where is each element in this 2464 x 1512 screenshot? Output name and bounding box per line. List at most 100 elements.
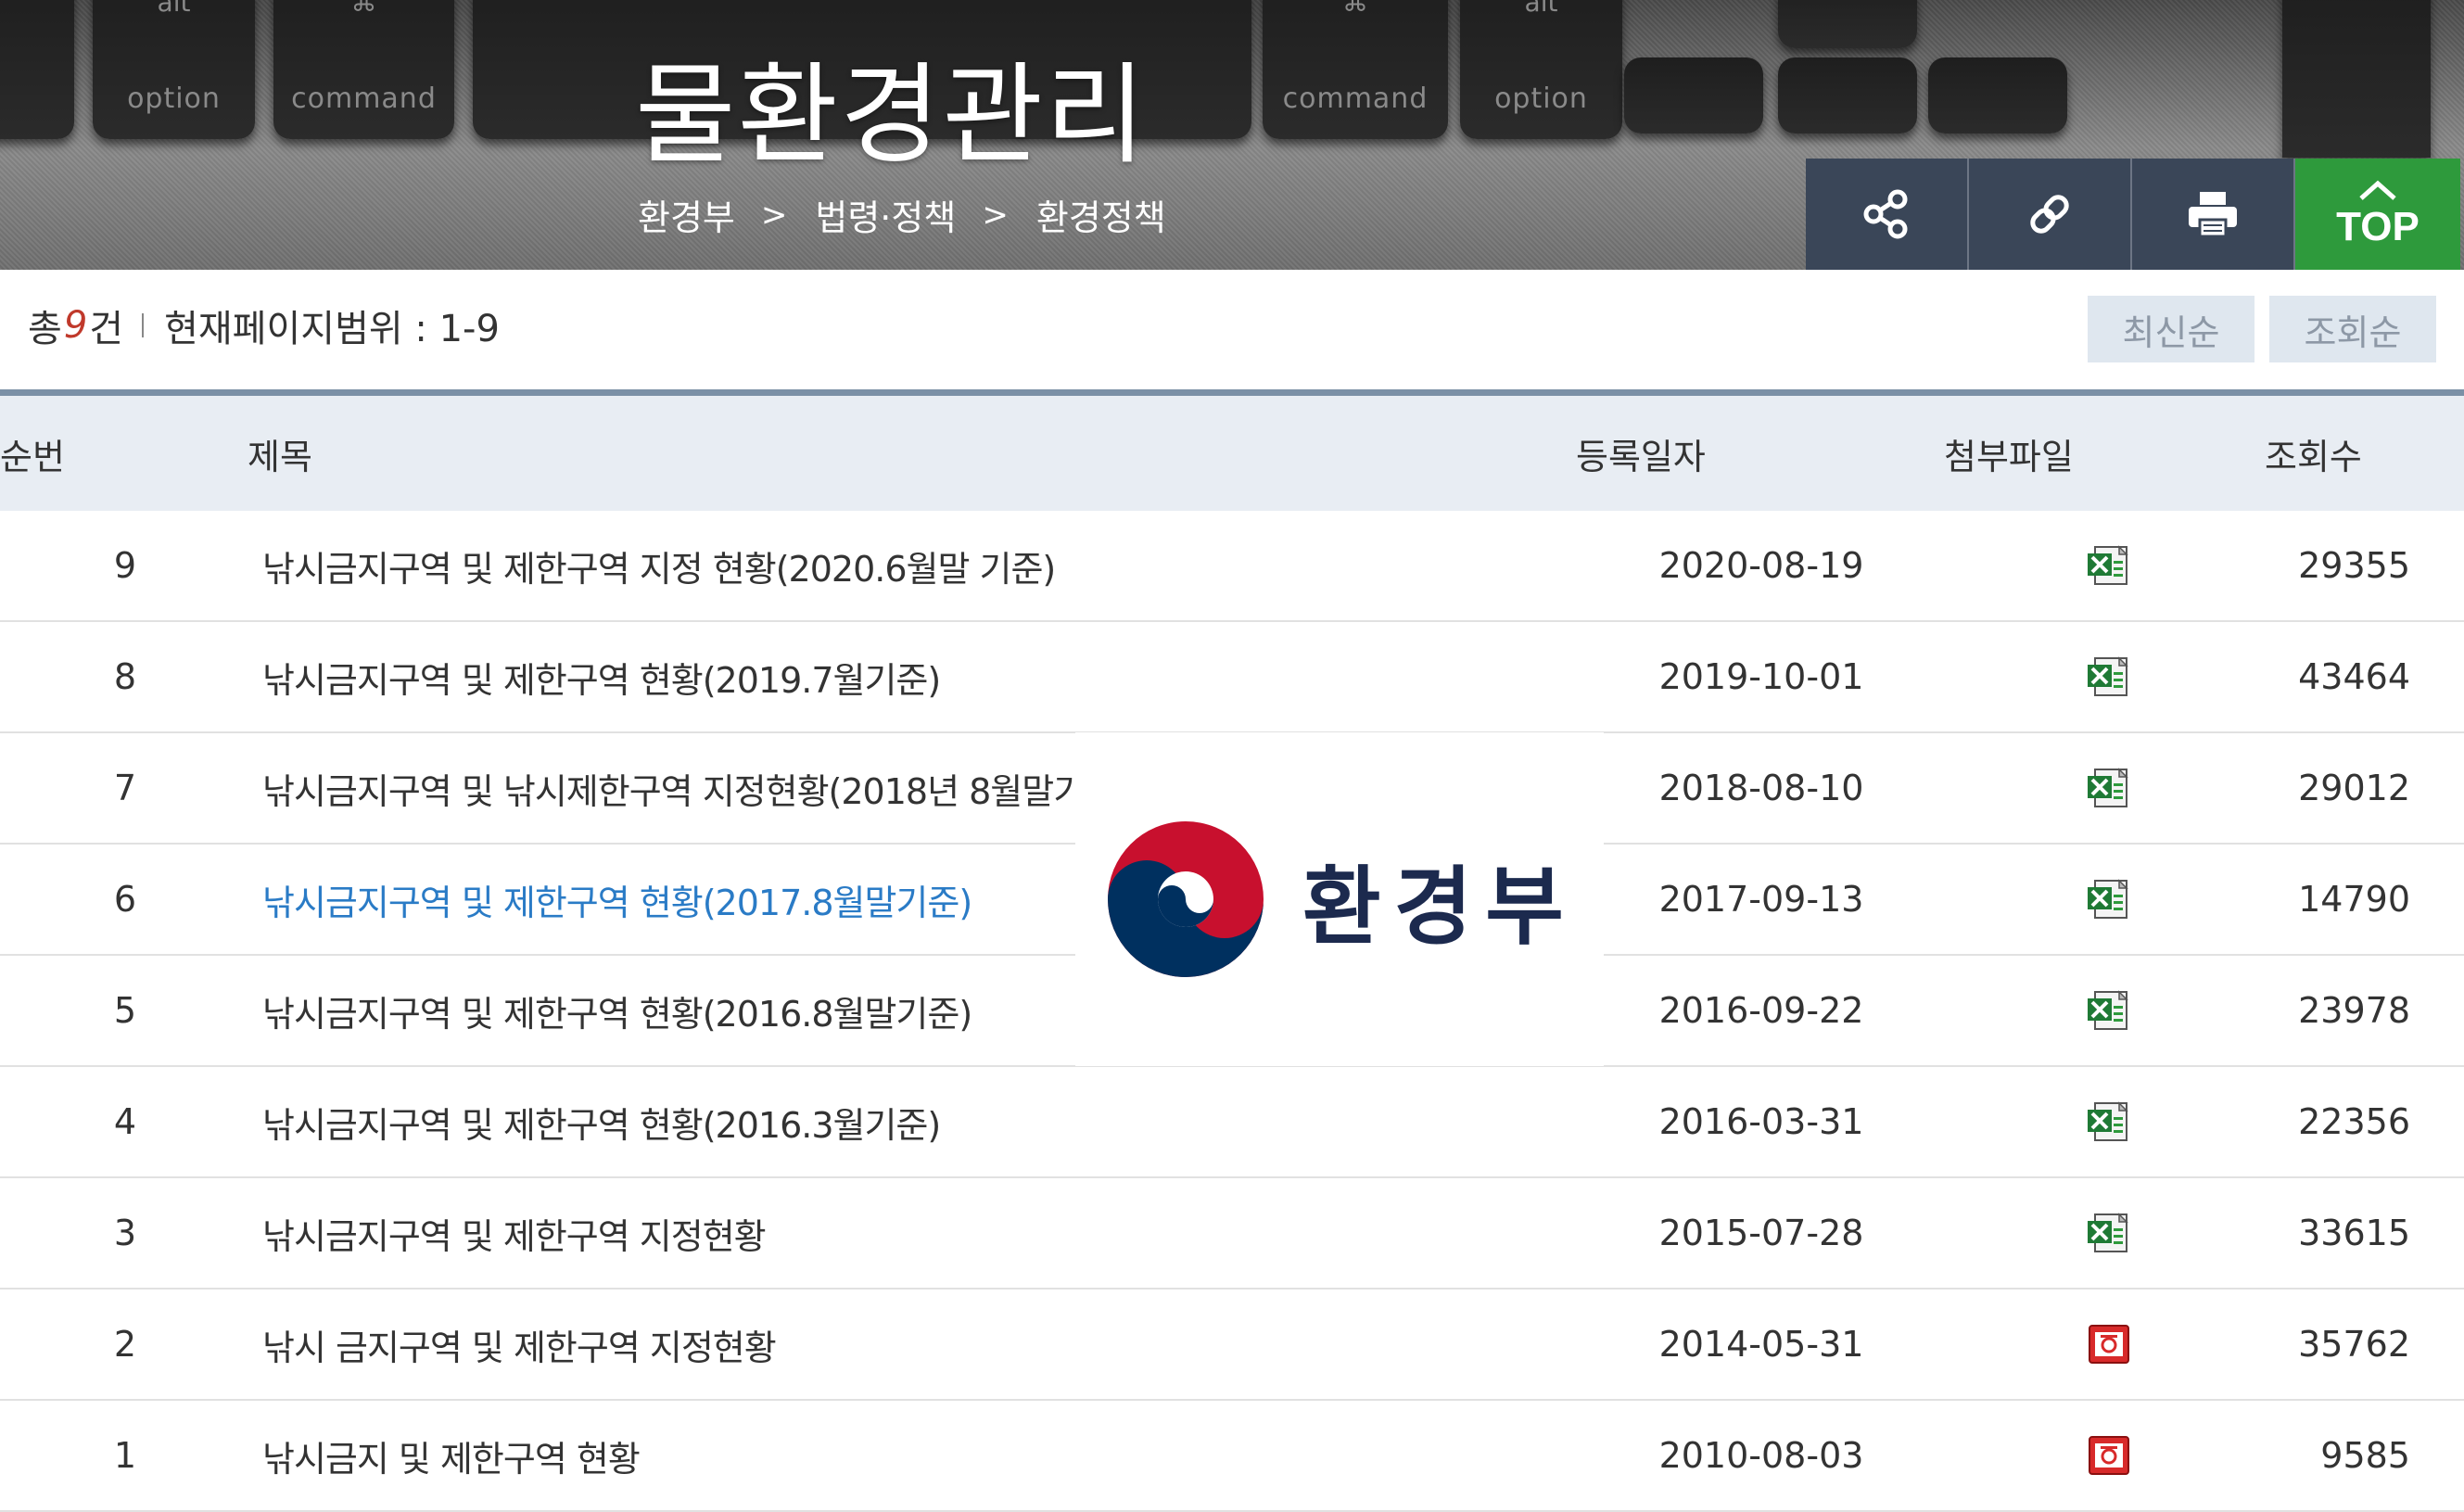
row-number: 4	[113, 1101, 137, 1142]
total-suffix: 건	[89, 308, 124, 350]
link-icon	[2030, 195, 2069, 234]
excel-file-icon	[2088, 656, 2128, 696]
row-title-link[interactable]: 낚시금지구역 및 제한구역 현황(2017.8월말기준)	[262, 845, 972, 954]
top-label: TOP	[2336, 204, 2420, 249]
column-header-views: 조회수	[2265, 436, 2362, 477]
row-title-link[interactable]: 낚시금지구역 및 제한구역 현황(2019.7월기준)	[262, 622, 941, 731]
breadcrumb-item-law-policy[interactable]: 법령·정책	[815, 189, 956, 240]
table-row[interactable]: 2 낚시 금지구역 및 제한구역 지정현황 2014-05-31 35762	[0, 1290, 2464, 1401]
keyboard-key-option: alt option	[93, 0, 255, 139]
row-attachment-button[interactable]	[2058, 845, 2160, 954]
row-number: 1	[113, 1435, 137, 1476]
column-header-num: 순번	[0, 436, 65, 477]
table-header: 순번 제목 등록일자 첨부파일 조회수	[0, 389, 2464, 511]
breadcrumb-separator: >	[982, 196, 1009, 234]
row-title-link[interactable]: 낚시금지구역 및 제한구역 지정현황	[262, 1178, 767, 1288]
sort-views-button[interactable]: 조회순	[2269, 296, 2436, 362]
row-views: 29355	[2298, 545, 2410, 586]
row-title-link[interactable]: 낚시금지구역 및 제한구역 현황(2016.8월말기준)	[262, 956, 972, 1065]
row-date: 2018-08-10	[1658, 768, 1864, 808]
table-row[interactable]: 4 낚시금지구역 및 제한구역 현황(2016.3월기준) 2016-03-31 22…	[0, 1067, 2464, 1178]
keyboard-key-up	[1778, 0, 1917, 48]
row-number: 2	[113, 1324, 137, 1365]
row-title-link[interactable]: 낚시금지 및 제한구역 현황	[262, 1401, 641, 1510]
column-header-date: 등록일자	[1576, 436, 1706, 477]
sort-latest-button[interactable]: 최신순	[2088, 296, 2254, 362]
keyboard-key-left	[1624, 57, 1763, 133]
row-attachment-button[interactable]	[2058, 511, 2160, 620]
row-attachment-button[interactable]	[2058, 733, 2160, 843]
hwp-file-icon	[2089, 1436, 2129, 1475]
row-attachment-button[interactable]	[2058, 956, 2160, 1065]
row-number: 6	[113, 879, 137, 920]
keyboard-case	[2282, 0, 2431, 158]
table-row[interactable]: 1 낚시금지 및 제한구역 현황 2010-08-03 9585	[0, 1401, 2464, 1512]
row-attachment-button[interactable]	[2058, 1290, 2160, 1399]
row-views: 33615	[2298, 1213, 2410, 1253]
print-button[interactable]	[2132, 159, 2295, 270]
row-views: 43464	[2298, 656, 2410, 697]
row-date: 2016-09-22	[1658, 990, 1864, 1031]
taegeuk-emblem-icon	[1108, 821, 1264, 977]
copy-link-button[interactable]	[1969, 159, 2132, 270]
scroll-to-top-button[interactable]: TOP	[2295, 159, 2460, 270]
watermark-text: 환경부	[1302, 857, 1577, 957]
column-header-file: 첨부파일	[1944, 436, 2074, 477]
keyboard-key	[0, 0, 74, 139]
hwp-file-icon	[2089, 1325, 2129, 1364]
summary-divider	[142, 313, 145, 337]
row-date: 2019-10-01	[1658, 656, 1864, 697]
share-button[interactable]	[1806, 159, 1969, 270]
print-icon	[2189, 192, 2237, 238]
row-date: 2016-03-31	[1658, 1101, 1864, 1142]
breadcrumb: 환경부 > 법령·정책 > 환경정책	[638, 189, 1166, 240]
row-views: 29012	[2298, 768, 2410, 808]
breadcrumb-separator: >	[760, 196, 788, 234]
result-summary: 총 9 건 현재페이지범위 : 1-9	[28, 299, 500, 352]
table-row[interactable]: 3 낚시금지구역 및 제한구역 지정현황 2015-07-28 33615	[0, 1178, 2464, 1290]
excel-file-icon	[2088, 768, 2128, 807]
breadcrumb-item-ministry[interactable]: 환경부	[638, 189, 735, 240]
total-count: 9	[63, 304, 88, 347]
row-attachment-button[interactable]	[2058, 1067, 2160, 1176]
page-range: 현재페이지범위 : 1-9	[164, 308, 500, 350]
row-title-link[interactable]: 낚시금지구역 및 제한구역 지정 현황(2020.6월말 기준)	[262, 511, 1056, 620]
row-attachment-button[interactable]	[2058, 1178, 2160, 1288]
row-number: 7	[113, 768, 137, 808]
row-attachment-button[interactable]	[2058, 1401, 2160, 1510]
row-views: 14790	[2298, 879, 2410, 920]
row-number: 5	[113, 990, 137, 1031]
keyboard-key-down	[1778, 57, 1917, 133]
excel-file-icon	[2088, 990, 2128, 1030]
excel-file-icon	[2088, 1213, 2128, 1252]
tool-buttons: TOP	[1806, 159, 2460, 270]
row-date: 2010-08-03	[1658, 1435, 1864, 1476]
column-header-title: 제목	[248, 436, 312, 477]
keyboard-key-command: ⌘ command	[273, 0, 454, 139]
row-title-link[interactable]: 낚시금지구역 및 낚시제한구역 지정현황(2018년 8월말기준)	[262, 733, 1130, 843]
row-attachment-button[interactable]	[2058, 622, 2160, 731]
excel-file-icon	[2088, 1101, 2128, 1141]
excel-file-icon	[2088, 545, 2128, 585]
page-title: 물환경관리	[635, 51, 1148, 179]
table-row[interactable]: 9 낚시금지구역 및 제한구역 지정 현황(2020.6월말 기준) 2020-08…	[0, 511, 2464, 622]
row-number: 3	[113, 1213, 137, 1253]
row-number: 9	[113, 545, 137, 586]
header-banner: alt option ⌘ command ⌘ command alt optio…	[0, 0, 2464, 270]
ministry-logo-watermark: 환경부	[1075, 732, 1604, 1066]
row-date: 2017-09-13	[1658, 879, 1864, 920]
row-title-link[interactable]: 낚시금지구역 및 제한구역 현황(2016.3월기준)	[262, 1067, 941, 1176]
keyboard-key-command: ⌘ command	[1263, 0, 1448, 139]
row-views: 23978	[2298, 990, 2410, 1031]
table-row[interactable]: 8 낚시금지구역 및 제한구역 현황(2019.7월기준) 2019-10-01 43…	[0, 622, 2464, 733]
row-date: 2015-07-28	[1658, 1213, 1864, 1253]
breadcrumb-item-environment-policy[interactable]: 환경정책	[1036, 189, 1166, 240]
row-views: 35762	[2298, 1324, 2410, 1365]
row-views: 22356	[2298, 1101, 2410, 1142]
keyboard-key-right	[1928, 57, 2067, 133]
excel-file-icon	[2088, 879, 2128, 919]
row-title-link[interactable]: 낚시 금지구역 및 제한구역 지정현황	[262, 1290, 777, 1399]
share-icon	[1863, 189, 1908, 239]
row-number: 8	[113, 656, 137, 697]
total-prefix: 총	[28, 308, 62, 350]
